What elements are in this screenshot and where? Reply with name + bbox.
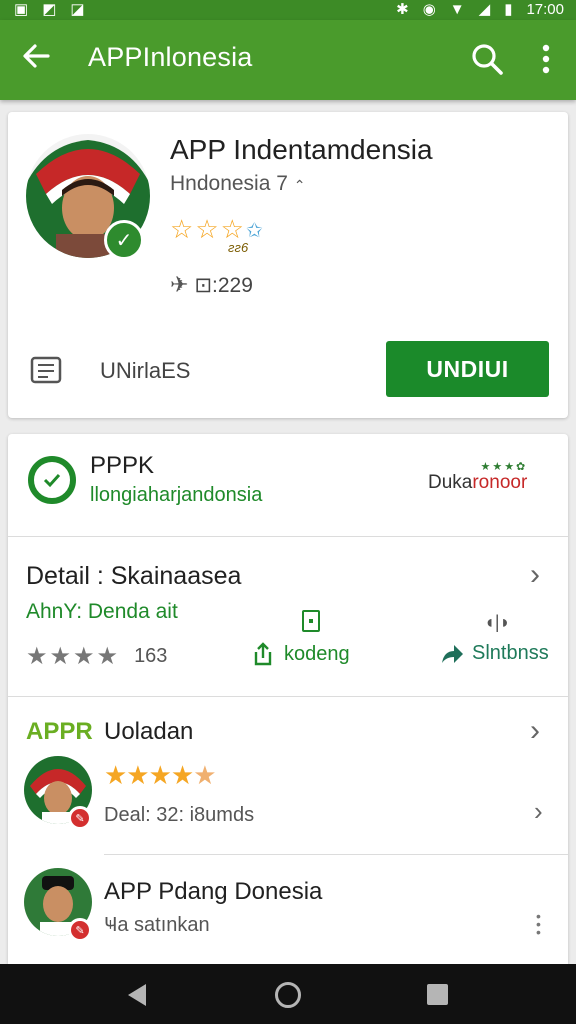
details-rating: ★ ★ ★ ★ 163 <box>26 642 167 671</box>
star-icon: ☆ <box>195 214 219 244</box>
star-icon: ★ <box>26 643 48 670</box>
rating-stars: ☆ ☆ ☆ ✩ <box>170 214 263 245</box>
star-icon: ★ <box>73 643 95 670</box>
screenshot-icon: ▣ <box>14 1 29 18</box>
app-bar: APPInlonesia <box>0 20 576 100</box>
verified-badge-icon: ✓ <box>104 220 144 260</box>
developer-name[interactable]: PPPK <box>90 452 154 480</box>
signal-icon: ◢ <box>478 1 491 18</box>
details-title[interactable]: Detail : Skainaasea <box>26 562 241 591</box>
developer-logo-icon[interactable] <box>28 456 76 504</box>
navigation-bar <box>0 964 576 1024</box>
chevron-right-icon[interactable]: › <box>534 796 543 827</box>
deal-text: Deal: 32: i8umds <box>104 804 255 826</box>
nav-back-icon[interactable] <box>128 984 146 1006</box>
divider <box>8 536 568 537</box>
star-icon: ☆ <box>170 214 194 244</box>
search-icon[interactable] <box>470 42 504 76</box>
section-title[interactable]: Uoladan <box>104 718 193 746</box>
rating-count: 163 <box>134 645 168 667</box>
status-time: 17:00 <box>526 0 564 18</box>
bluetooth-icon: ✱ <box>396 1 409 18</box>
developer-brand: ★★★✿ Dukaronoor <box>428 461 528 493</box>
share-arrow-icon <box>442 644 463 663</box>
action-button-1[interactable]: kodeng <box>252 642 350 666</box>
downloads-count: ✈ ⊡:229 <box>170 272 253 297</box>
section-tag: APPR <box>26 718 93 745</box>
app-subtitle: Hndonesia 7 ⌃ <box>170 172 306 195</box>
upload-icon <box>254 642 272 666</box>
star-icon: ★ <box>96 643 119 670</box>
details-subtitle: AhnY: Denda ait <box>26 600 178 623</box>
item-subtitle: Ҹa satınkan <box>104 914 210 936</box>
gallery-icon: ◪ <box>70 1 85 18</box>
chevron-right-icon[interactable]: › <box>530 714 540 748</box>
app-title: APP Indentamdensia <box>170 134 433 165</box>
image-icon: ◩ <box>42 1 57 18</box>
item-more-icon[interactable]: • • • <box>536 909 541 939</box>
item-title[interactable]: APP Pdang Donesia <box>104 878 322 906</box>
details-icon[interactable] <box>28 352 64 388</box>
wifi-icon: ▼ <box>449 0 465 18</box>
install-button[interactable]: UNDIUI <box>386 341 549 397</box>
more-options-icon[interactable] <box>532 42 560 76</box>
status-bar: ▣ ◩ ◪ ✱ ◉ ▼ ◢ ▮ 17:00 <box>0 0 576 20</box>
nav-recents-icon[interactable] <box>427 984 448 1005</box>
audio-icon: ◖|◗ <box>484 612 511 632</box>
nav-home-icon[interactable] <box>275 982 301 1008</box>
action-button-2[interactable]: Slntbnss <box>440 642 549 665</box>
chevron-right-icon[interactable]: › <box>530 558 540 592</box>
star-outline-icon: ✩ <box>245 220 263 242</box>
battery-icon: ▮ <box>504 1 513 18</box>
badge-icon: ✎ <box>68 806 92 830</box>
app-card: ✓ APP Indentamdensia Hndonesia 7 ⌃ ☆ ☆ ☆… <box>8 112 568 418</box>
developer-subtitle: llongiaharjandonsia <box>90 484 263 506</box>
item-rating-stars: ★★★★★ <box>104 760 217 790</box>
info-card: PPPK llongiaharjandonsia ★★★✿ Dukaronoor… <box>8 434 568 964</box>
document-icon <box>302 610 320 632</box>
app-bar-title: APPInlonesia <box>88 42 253 72</box>
badge-icon: ✎ <box>68 918 92 942</box>
review-icon: ✈ <box>170 272 189 297</box>
divider <box>104 854 568 855</box>
divider <box>8 696 568 697</box>
alarm-icon: ◉ <box>422 1 436 18</box>
back-arrow-icon[interactable] <box>20 40 52 72</box>
star-icon: ★ <box>49 643 72 670</box>
secondary-label[interactable]: UNirlaES <box>100 358 190 384</box>
rating-label: ƨƨ6 <box>228 240 249 255</box>
